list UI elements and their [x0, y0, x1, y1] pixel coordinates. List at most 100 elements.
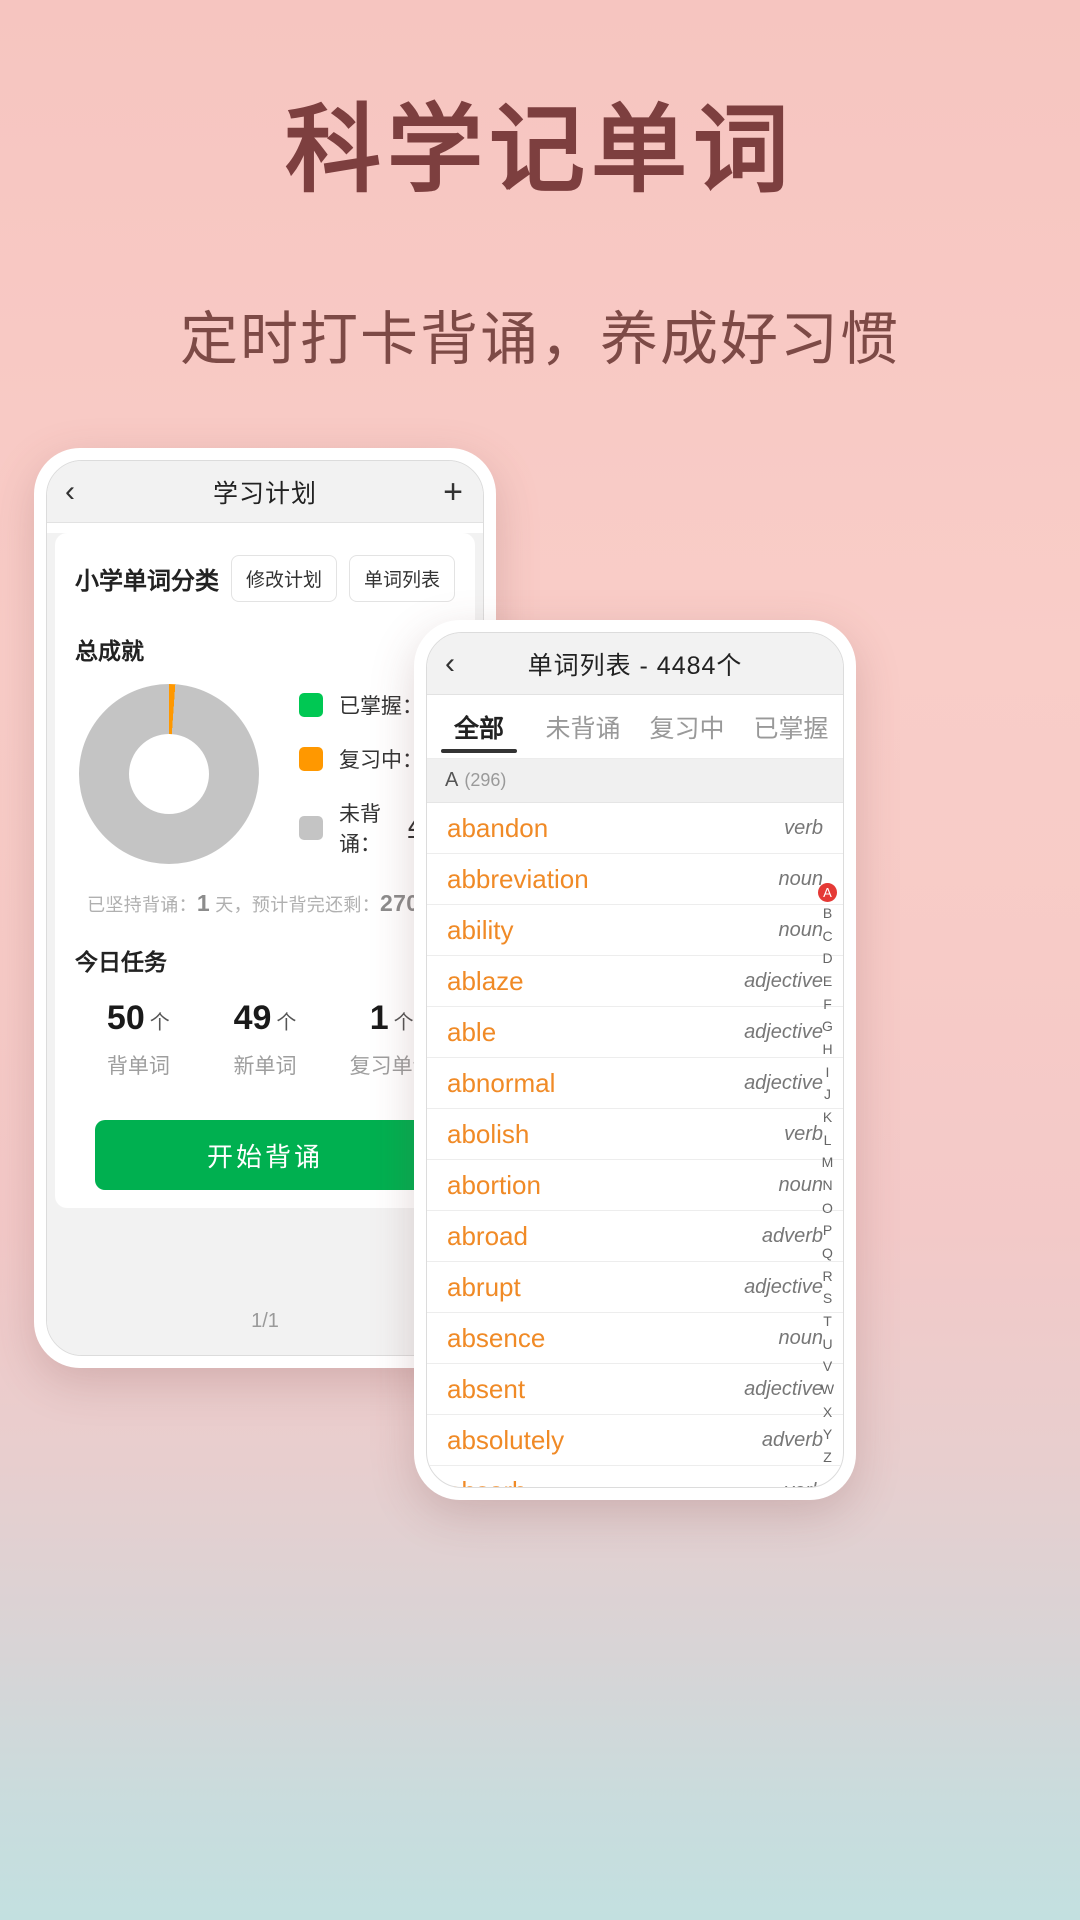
- remain-prefix: 预计背完还剩：: [251, 895, 381, 915]
- list-item[interactable]: abolish verb: [427, 1109, 843, 1160]
- edit-plan-button[interactable]: 修改计划: [230, 555, 337, 602]
- today-label-0: 背单词: [106, 1055, 170, 1078]
- alpha-index-m[interactable]: M: [822, 1151, 834, 1174]
- study-plan-title: 学习计划: [212, 479, 317, 508]
- list-item[interactable]: abortion noun: [427, 1160, 843, 1211]
- alpha-index-s[interactable]: S: [823, 1287, 832, 1310]
- today-num-1: 49: [233, 999, 272, 1037]
- streak-prefix: 已坚持背诵：: [87, 895, 197, 915]
- phone-mockup-word-list: ‹ 单词列表 - 4484个 全部 未背诵 复习中 已掌握 A (296) aba…: [414, 620, 856, 1500]
- category-name: 小学单词分类: [75, 568, 219, 595]
- list-item[interactable]: ablaze adjective: [427, 956, 843, 1007]
- alpha-index-t[interactable]: T: [823, 1310, 832, 1333]
- alpha-index-x[interactable]: X: [823, 1401, 832, 1424]
- today-task-title: 今日任务: [75, 949, 167, 975]
- alphabet-index[interactable]: A B C D E F G H I J K L M N O P Q R S T …: [818, 883, 837, 1469]
- alpha-index-j[interactable]: J: [824, 1083, 831, 1106]
- study-plan-card: 小学单词分类 修改计划 单词列表 总成就 已掌握： 复习中： 未背诵： 已坚持背…: [55, 533, 475, 1208]
- page-subtitle: 定时打卡背诵，养成好习惯: [179, 307, 900, 373]
- streak-days: 1: [196, 890, 210, 916]
- streak-text: 已坚持背诵：1 天，预计背完还剩：270 天: [75, 890, 455, 917]
- phone-screen-word-list: ‹ 单词列表 - 4484个 全部 未背诵 复习中 已掌握 A (296) aba…: [426, 632, 844, 1488]
- list-item[interactable]: abandon verb: [427, 803, 843, 854]
- page-title: 科学记单词: [285, 97, 795, 204]
- word-pos: adjective: [744, 1020, 823, 1043]
- word-pos: noun: [778, 1326, 824, 1349]
- word-text: absent: [447, 1373, 526, 1404]
- word-pos: adjective: [744, 1071, 823, 1094]
- achievement-donut-chart: [79, 684, 259, 864]
- alpha-index-n[interactable]: N: [822, 1174, 832, 1197]
- list-item[interactable]: absolutely adverb: [427, 1415, 843, 1466]
- list-item[interactable]: abnormal adjective: [427, 1058, 843, 1109]
- list-item[interactable]: ability noun: [427, 905, 843, 956]
- tab-all[interactable]: 全部: [427, 695, 531, 759]
- back-icon[interactable]: ‹: [445, 633, 455, 695]
- word-list-tabs: 全部 未背诵 复习中 已掌握: [427, 695, 843, 759]
- legend-swatch-mastered: [299, 693, 323, 717]
- tab-unlearned[interactable]: 未背诵: [531, 695, 635, 759]
- alpha-index-a[interactable]: A: [818, 883, 837, 902]
- today-label-1: 新单词: [233, 1055, 297, 1078]
- today-num-2: 1: [369, 999, 389, 1037]
- word-text: abroad: [447, 1220, 528, 1251]
- word-text: abrupt: [447, 1271, 521, 1302]
- list-item[interactable]: abbreviation noun: [427, 854, 843, 905]
- alpha-index-w[interactable]: W: [821, 1378, 834, 1401]
- word-text: abolish: [447, 1118, 530, 1149]
- alpha-index-d[interactable]: D: [822, 947, 832, 970]
- alpha-index-b[interactable]: B: [823, 902, 832, 925]
- word-pos: adjective: [744, 1275, 823, 1298]
- alpha-index-h[interactable]: H: [822, 1038, 832, 1061]
- tab-reviewing[interactable]: 复习中: [635, 695, 739, 759]
- alpha-index-r[interactable]: R: [822, 1265, 832, 1288]
- achievement-row: 已掌握： 0 复习中： 50 未背诵： 4434: [75, 684, 455, 864]
- alpha-index-q[interactable]: Q: [822, 1242, 833, 1265]
- word-pos: adverb: [761, 1224, 823, 1247]
- alpha-index-i[interactable]: I: [826, 1061, 830, 1084]
- alpha-index-y[interactable]: Y: [823, 1423, 832, 1446]
- alpha-index-k[interactable]: K: [823, 1106, 832, 1129]
- word-list-navbar: ‹ 单词列表 - 4484个: [427, 633, 843, 695]
- legend-swatch-reviewing: [299, 747, 323, 771]
- today-cell-new-words: 49 个 新单词: [202, 999, 329, 1080]
- word-pos: noun: [778, 1173, 824, 1196]
- alpha-index-l[interactable]: L: [824, 1129, 832, 1152]
- alpha-index-v[interactable]: V: [823, 1355, 832, 1378]
- list-item[interactable]: able adjective: [427, 1007, 843, 1058]
- tab-mastered[interactable]: 已掌握: [739, 695, 843, 759]
- plus-icon[interactable]: +: [443, 461, 463, 523]
- legend-label-reviewing: 复习中：: [339, 749, 423, 772]
- alpha-index-o[interactable]: O: [822, 1197, 833, 1220]
- alpha-index-f[interactable]: F: [823, 993, 832, 1016]
- alpha-index-u[interactable]: U: [822, 1333, 832, 1356]
- word-text: abbreviation: [447, 863, 589, 894]
- list-item[interactable]: absence noun: [427, 1313, 843, 1364]
- word-pos: verb: [784, 816, 823, 839]
- today-num-0: 50: [106, 999, 145, 1037]
- alpha-index-c[interactable]: C: [822, 925, 832, 948]
- list-item[interactable]: abroad adverb: [427, 1211, 843, 1262]
- category-row: 小学单词分类 修改计划 单词列表: [75, 555, 455, 602]
- list-item[interactable]: absent adjective: [427, 1364, 843, 1415]
- word-pos: noun: [778, 918, 824, 941]
- word-pos: adjective: [744, 969, 823, 992]
- word-list-button[interactable]: 单词列表: [348, 555, 455, 602]
- hero-section: 科学记单词 定时打卡背诵，养成好习惯: [0, 0, 1080, 376]
- category-actions: 修改计划 单词列表: [230, 555, 455, 602]
- word-text: ability: [447, 914, 514, 945]
- word-pos: verb: [784, 1480, 823, 1488]
- alpha-index-g[interactable]: G: [822, 1015, 833, 1038]
- alpha-index-p[interactable]: P: [823, 1219, 832, 1242]
- word-text: absolutely: [447, 1424, 565, 1455]
- legend-swatch-unlearned: [299, 816, 323, 840]
- start-recite-button[interactable]: 开始背诵: [95, 1120, 435, 1190]
- word-text: able: [447, 1016, 497, 1047]
- list-item[interactable]: abrupt adjective: [427, 1262, 843, 1313]
- word-list-title: 单词列表 - 4484个: [527, 651, 743, 680]
- word-text: absorb: [447, 1476, 527, 1488]
- list-item[interactable]: absorb verb: [427, 1466, 843, 1488]
- alpha-index-z[interactable]: Z: [823, 1446, 832, 1469]
- back-icon[interactable]: ‹: [65, 461, 75, 523]
- alpha-index-e[interactable]: E: [823, 970, 832, 993]
